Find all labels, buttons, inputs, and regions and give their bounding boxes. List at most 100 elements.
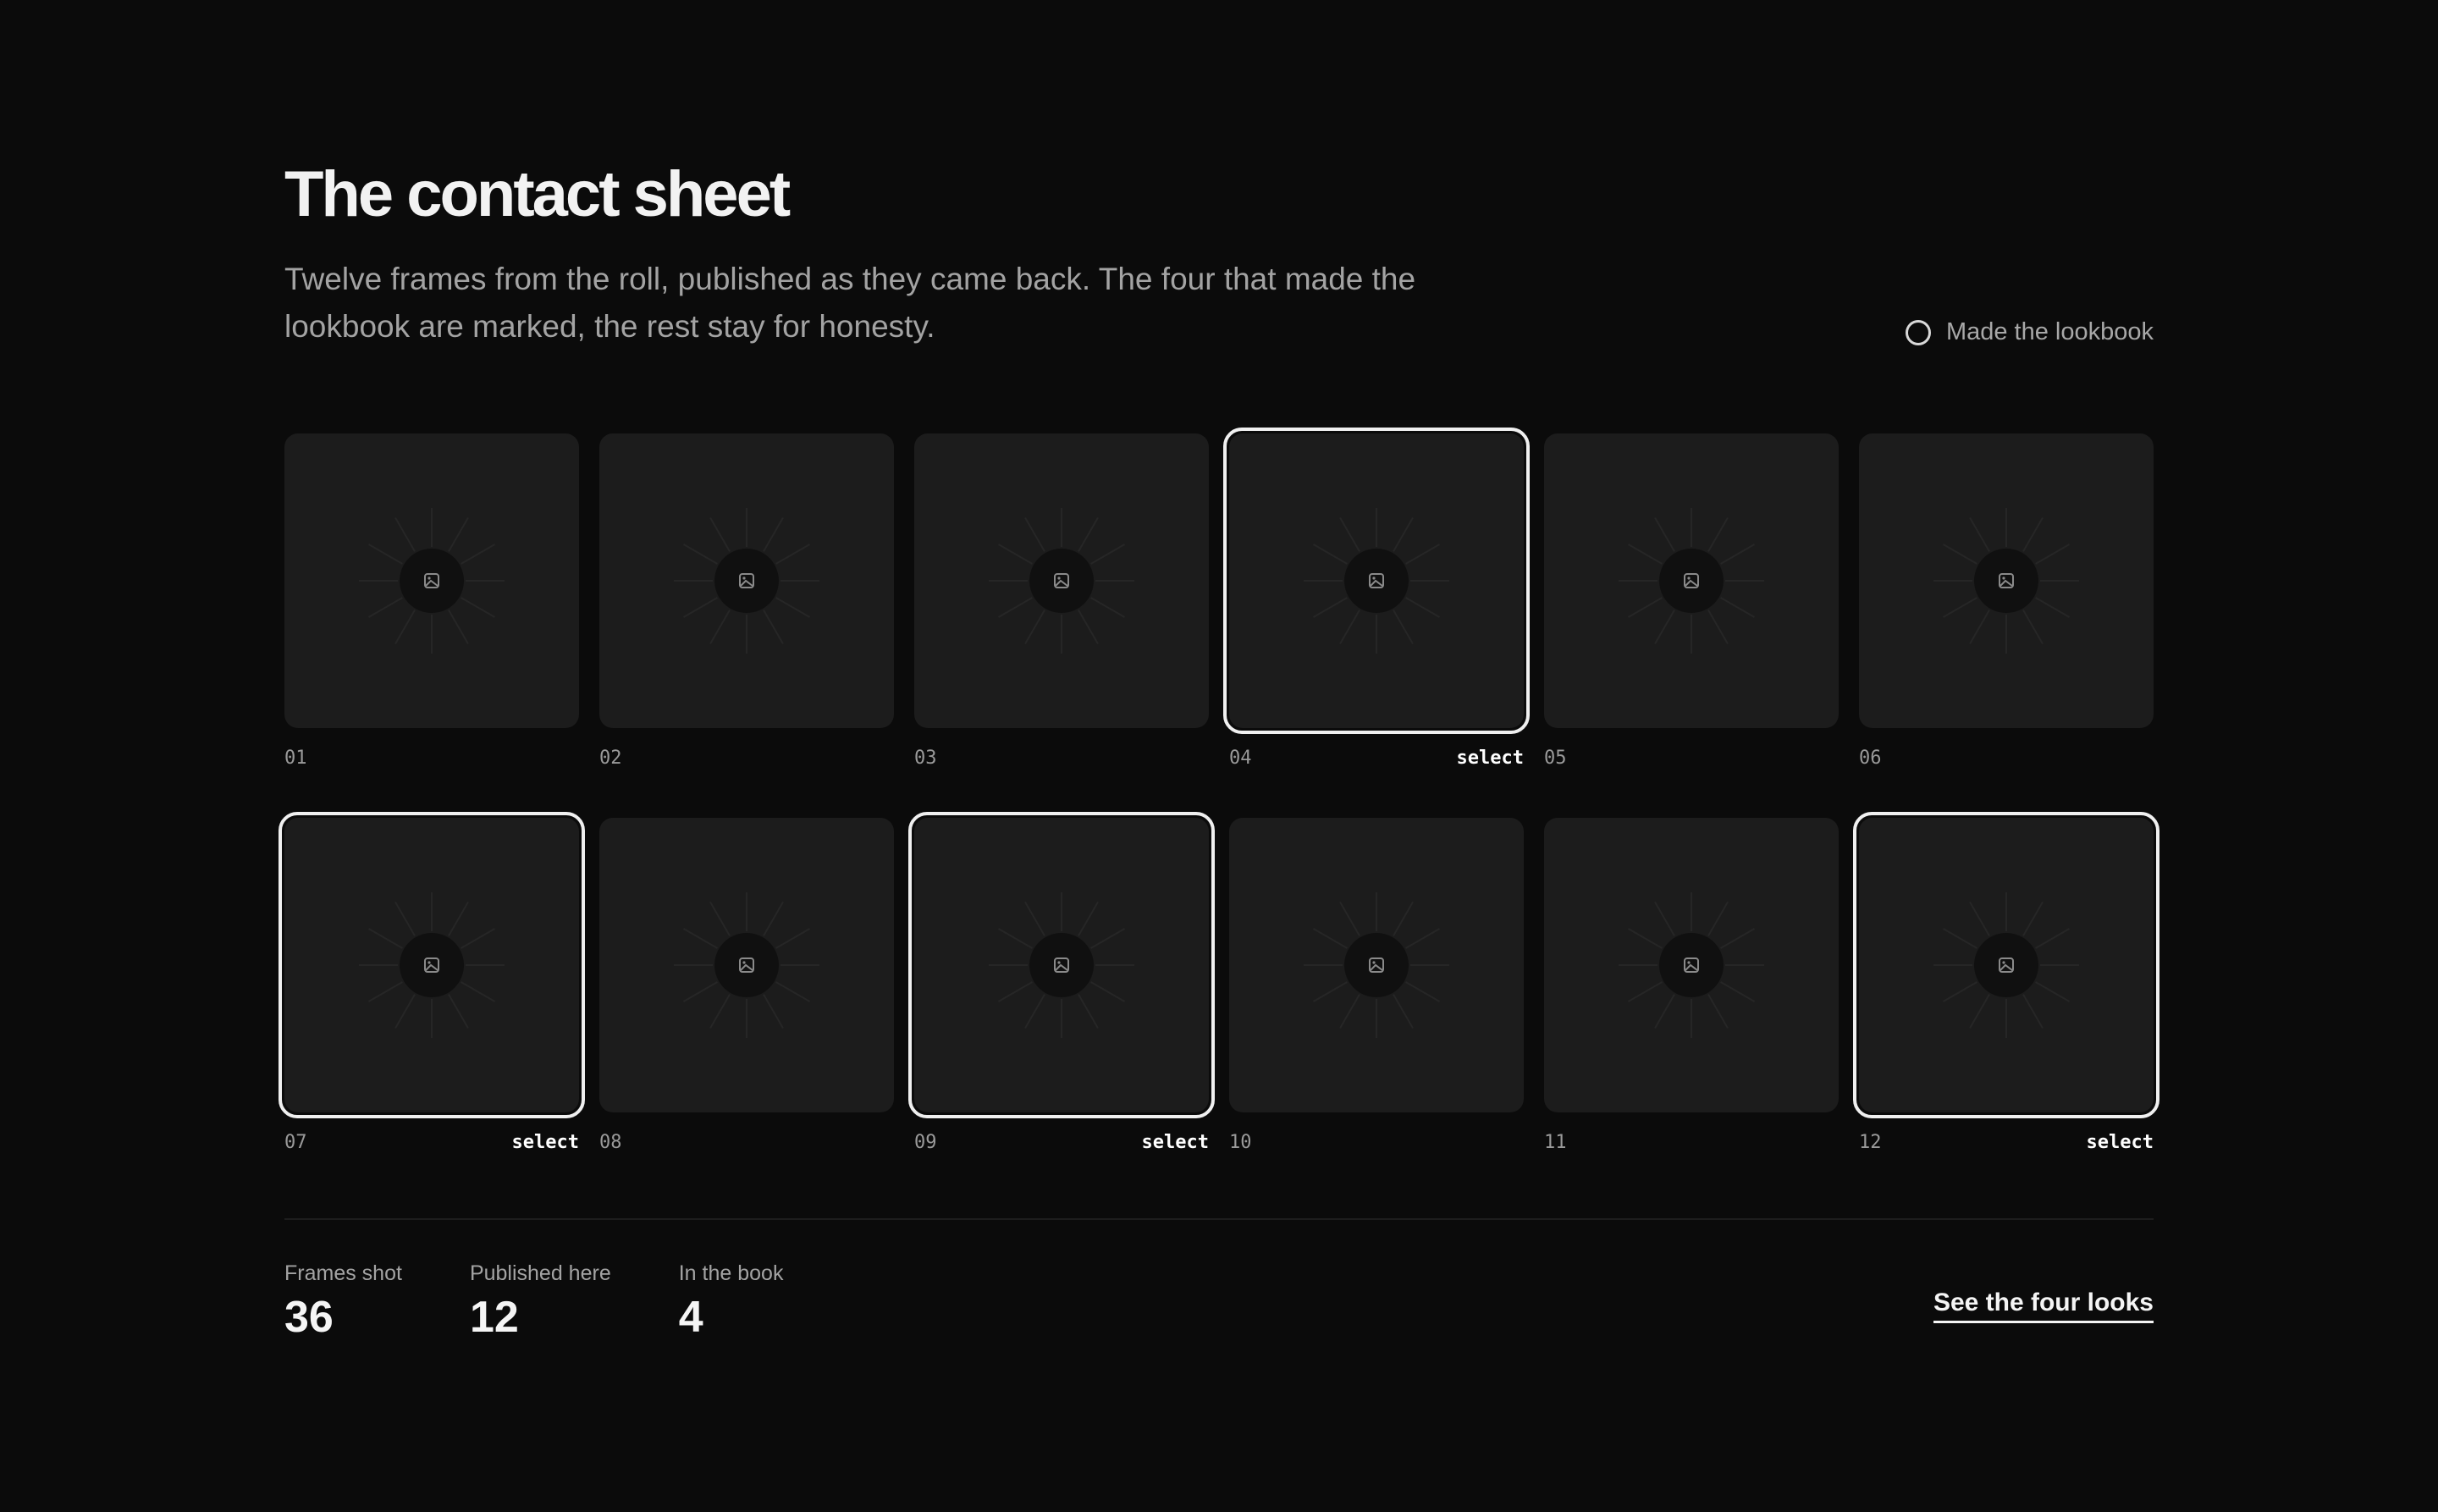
frame-number: 03: [914, 748, 937, 769]
frame-tile[interactable]: 04 select: [1223, 428, 1530, 770]
frame-thumbnail: [1223, 428, 1530, 734]
page-title: The contact sheet: [284, 158, 791, 230]
frame-number: 11: [1544, 1132, 1567, 1153]
page-subtitle: Twelve frames from the roll, published a…: [284, 262, 1416, 344]
legend: Made the lookbook: [1905, 318, 2154, 346]
stat-published-here: Published here 12: [470, 1260, 611, 1343]
contact-sheet-page: The contact sheet Twelve frames from the…: [0, 0, 2438, 1512]
frame-number: 09: [914, 1132, 937, 1153]
frame-thumbnail: [908, 812, 1215, 1118]
frame-thumbnail: [1853, 812, 2159, 1118]
frame-number: 07: [284, 1132, 307, 1153]
image-icon: [1999, 573, 2014, 588]
stat-value: 4: [678, 1293, 703, 1342]
frame-tile[interactable]: 12 select: [1853, 812, 2159, 1155]
frame-caption: 01: [284, 747, 579, 770]
placeholder-hub: [1659, 933, 1724, 997]
frame-thumbnail: [1859, 433, 2154, 728]
frame-caption: 03: [914, 747, 1209, 770]
placeholder-hub: [714, 549, 779, 613]
frame-tile[interactable]: 05: [1544, 433, 1839, 770]
frame-caption: 02: [599, 747, 894, 770]
frame-tile[interactable]: 09 select: [908, 812, 1215, 1155]
see-four-looks-link[interactable]: See the four looks: [1933, 1287, 2154, 1323]
ring-icon: [1905, 319, 1931, 345]
frame-tile[interactable]: 03: [914, 433, 1209, 770]
placeholder-hub: [1029, 549, 1094, 613]
stat-label: In the book: [678, 1261, 784, 1285]
frame-number: 08: [599, 1132, 622, 1153]
frame-caption: 04 select: [1229, 747, 1524, 770]
frame-tile[interactable]: 10: [1229, 818, 1524, 1155]
frame-caption: 11: [1544, 1131, 1839, 1155]
placeholder-rays: [1933, 892, 2079, 1038]
frame-thumbnail: [1544, 433, 1839, 728]
select-tag: select: [1141, 1132, 1209, 1153]
stat-value: 12: [469, 1293, 519, 1342]
frame-number: 05: [1544, 748, 1567, 769]
image-icon: [1054, 573, 1069, 588]
frame-tile[interactable]: 11: [1544, 818, 1839, 1155]
placeholder-hub: [1344, 933, 1409, 997]
frame-tile[interactable]: 08: [599, 818, 894, 1155]
placeholder-hub: [1974, 549, 2038, 613]
image-icon: [1369, 957, 1384, 973]
frame-number: 10: [1229, 1132, 1252, 1153]
frame-caption: 08: [599, 1131, 894, 1155]
select-tag: select: [1456, 748, 1524, 769]
image-icon: [424, 573, 439, 588]
frame-caption: 07 select: [284, 1131, 579, 1155]
placeholder-hub: [1974, 933, 2038, 997]
placeholder-hub: [400, 933, 464, 997]
stat-frames-shot: Frames shot 36: [284, 1260, 402, 1343]
image-icon: [1369, 573, 1384, 588]
stat-in-the-book: In the book 4: [679, 1260, 784, 1343]
placeholder-hub: [400, 549, 464, 613]
placeholder-hub: [1029, 933, 1094, 997]
page-header: The contact sheet Twelve frames from the…: [284, 156, 2154, 350]
placeholder-hub: [1659, 549, 1724, 613]
placeholder-hub: [714, 933, 779, 997]
image-icon: [739, 573, 754, 588]
stat-label: Published here: [469, 1261, 611, 1285]
frame-caption: 10: [1229, 1131, 1524, 1155]
frame-thumbnail: [914, 433, 1209, 728]
frame-caption: 12 select: [1859, 1131, 2154, 1155]
select-tag: select: [511, 1132, 579, 1153]
frame-caption: 05: [1544, 747, 1839, 770]
frame-caption: 06: [1859, 747, 2154, 770]
stat-value: 36: [284, 1293, 334, 1342]
frame-number: 01: [284, 748, 307, 769]
frame-thumbnail: [284, 433, 579, 728]
image-icon: [1054, 957, 1069, 973]
legend-label: Made the lookbook: [1945, 318, 2154, 345]
frame-thumbnail: [1544, 818, 1839, 1112]
image-icon: [1684, 957, 1699, 973]
frame-thumbnail: [1229, 818, 1524, 1112]
frame-thumbnail: [599, 818, 894, 1112]
frame-number: 12: [1859, 1132, 1882, 1153]
select-tag: select: [2086, 1132, 2154, 1153]
placeholder-rays: [1304, 508, 1449, 654]
frame-tile[interactable]: 07 select: [279, 812, 585, 1155]
frame-thumbnail: [279, 812, 585, 1118]
frame-thumbnail: [599, 433, 894, 728]
divider: [284, 1218, 2154, 1220]
placeholder-rays: [989, 892, 1134, 1038]
frame-number: 04: [1229, 748, 1252, 769]
image-icon: [1684, 573, 1699, 588]
placeholder-hub: [1344, 549, 1409, 613]
image-icon: [424, 957, 439, 973]
frame-caption: 09 select: [914, 1131, 1209, 1155]
frame-grid: 01 02 03 04 select 05 06 07 select 08 09 select 10 11…: [279, 428, 2159, 1155]
frame-number: 02: [599, 748, 622, 769]
image-icon: [739, 957, 754, 973]
stat-label: Frames shot: [284, 1261, 402, 1285]
frame-number: 06: [1859, 748, 1882, 769]
frame-tile[interactable]: 06: [1859, 433, 2154, 770]
placeholder-rays: [359, 892, 505, 1038]
frame-tile[interactable]: 02: [599, 433, 894, 770]
frame-tile[interactable]: 01: [284, 433, 579, 770]
stats-row: Frames shot 36 Published here 12 In the …: [284, 1260, 783, 1343]
image-icon: [1999, 957, 2014, 973]
